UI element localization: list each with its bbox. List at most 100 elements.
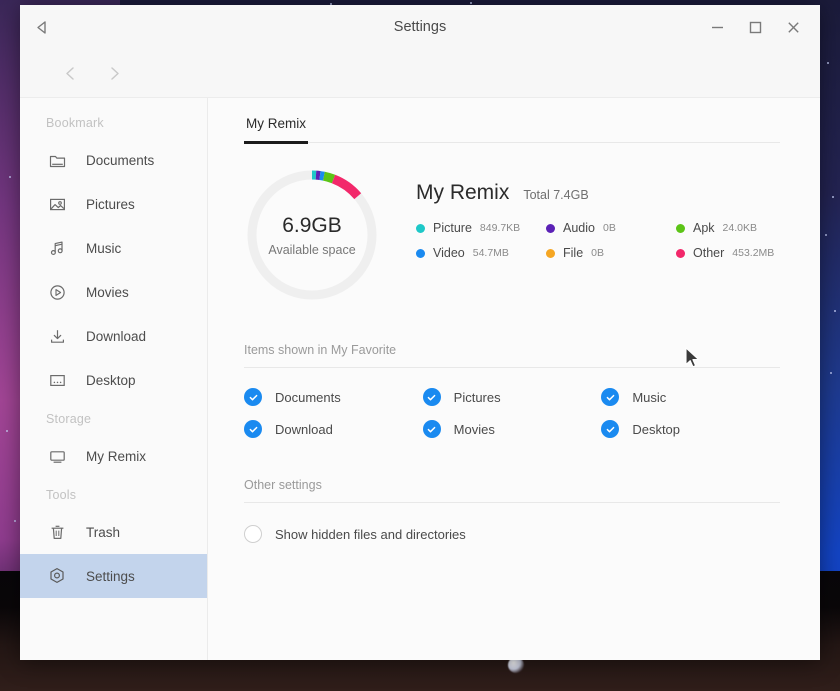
legend-color-swatch	[416, 223, 425, 233]
minimize-button[interactable]	[698, 8, 736, 46]
legend-label: Picture	[433, 221, 472, 235]
maximize-button[interactable]	[736, 8, 774, 46]
favorite-item-pictures[interactable]: Pictures	[422, 388, 602, 406]
sidebar-item-trash[interactable]: Trash	[20, 510, 207, 554]
gear-hex-icon	[46, 565, 68, 587]
storage-summary: 6.9GB Available space My Remix Total 7.4…	[244, 143, 780, 303]
favorite-item-label: Desktop	[632, 421, 681, 437]
favorite-item-music[interactable]: Music	[601, 388, 780, 406]
storage-donut-chart: 6.9GB Available space	[244, 167, 380, 303]
legend-value: 0B	[602, 222, 616, 234]
legend-item: File 0B	[546, 246, 676, 260]
favorite-item-desktop[interactable]: Desktop	[601, 420, 780, 438]
legend-color-swatch	[416, 248, 425, 258]
available-space-value: 6.9GB	[282, 213, 342, 237]
main-content: My Remix 6.9GB Available space My Remix …	[208, 98, 820, 660]
checkbox-checked-icon[interactable]	[422, 420, 441, 438]
image-icon	[46, 193, 68, 215]
favorite-item-download[interactable]: Download	[244, 420, 423, 438]
legend-value: 453.2MB	[732, 247, 775, 259]
legend-color-swatch	[676, 223, 685, 233]
desktop-icon	[46, 369, 68, 391]
storage-legend: Picture 849.7KB Audio 0B Apk 24.0KB Vide…	[416, 221, 780, 260]
folder-icon	[46, 149, 68, 171]
sidebar-group-storage: Storage	[46, 412, 92, 426]
sidebar-item-movies[interactable]: Movies	[20, 270, 207, 314]
checkbox-checked-icon[interactable]	[244, 420, 262, 438]
sidebar: Bookmark Documents Pictures Music Movies…	[20, 98, 208, 660]
favorite-item-movies[interactable]: Movies	[422, 420, 602, 438]
sidebar-item-my-remix[interactable]: My Remix	[20, 434, 207, 478]
wallpaper-star	[830, 372, 832, 374]
sidebar-item-label: Movies	[86, 284, 129, 300]
favorites-checkbox-grid: Documents Pictures Music Download Movies…	[244, 388, 780, 438]
sidebar-item-label: Trash	[86, 524, 121, 540]
sidebar-item-pictures[interactable]: Pictures	[20, 182, 207, 226]
legend-value: 849.7KB	[479, 222, 521, 234]
tab-bar: My Remix	[244, 98, 780, 144]
sidebar-group-bookmark: Bookmark	[46, 116, 104, 130]
legend-value: 0B	[591, 247, 604, 259]
favorite-item-label: Music	[632, 389, 667, 405]
wallpaper-star	[832, 196, 834, 198]
wallpaper-star	[834, 310, 836, 312]
sidebar-item-label: Settings	[86, 568, 135, 584]
tab-my-remix[interactable]: My Remix	[244, 110, 308, 144]
legend-label: Video	[433, 246, 465, 260]
storage-device-name: My Remix	[416, 181, 510, 204]
checkbox-checked-icon[interactable]	[601, 420, 620, 438]
wallpaper-star	[9, 176, 11, 178]
favorite-item-label: Movies	[453, 421, 495, 437]
donut-center-labels: 6.9GB Available space	[244, 167, 380, 303]
checkbox-checked-icon[interactable]	[244, 388, 262, 406]
storage-total: Total 7.4GB	[523, 188, 589, 202]
sidebar-group-tools: Tools	[46, 488, 77, 502]
sidebar-item-download[interactable]: Download	[20, 314, 207, 358]
favorite-item-documents[interactable]: Documents	[244, 388, 423, 406]
other-settings-heading: Other settings	[244, 478, 780, 503]
legend-item: Video 54.7MB	[416, 246, 546, 260]
legend-item: Other 453.2MB	[676, 246, 780, 260]
show-hidden-files-row[interactable]: Show hidden files and directories	[244, 525, 780, 543]
monitor-icon	[46, 445, 68, 467]
wallpaper-star	[14, 520, 16, 522]
back-triangle-icon[interactable]	[20, 5, 64, 49]
legend-label: Apk	[693, 221, 715, 235]
favorite-item-label: Documents	[275, 389, 341, 405]
checkbox-checked-icon[interactable]	[422, 388, 441, 406]
close-button[interactable]	[774, 8, 812, 46]
legend-label: Other	[693, 246, 725, 260]
sidebar-item-documents[interactable]: Documents	[20, 138, 207, 182]
chevron-left-icon[interactable]	[48, 51, 92, 95]
legend-color-swatch	[676, 248, 685, 258]
legend-label: Audio	[563, 221, 595, 235]
navigation-bar	[20, 49, 820, 97]
sidebar-item-settings[interactable]: Settings	[20, 554, 207, 598]
sidebar-item-desktop[interactable]: Desktop	[20, 358, 207, 402]
chevron-right-icon[interactable]	[92, 51, 136, 95]
music-note-icon	[46, 237, 68, 259]
wallpaper-star	[6, 430, 8, 432]
legend-value: 54.7MB	[472, 247, 509, 259]
sidebar-item-label: Desktop	[86, 372, 136, 388]
favorite-item-label: Download	[275, 421, 333, 437]
sidebar-item-label: My Remix	[86, 448, 146, 464]
title-bar: Settings	[20, 5, 820, 49]
sidebar-item-music[interactable]: Music	[20, 226, 207, 270]
favorites-heading: Items shown in My Favorite	[244, 343, 780, 368]
legend-value: 24.0KB	[722, 222, 757, 234]
available-space-label: Available space	[268, 242, 356, 257]
storage-details: My Remix Total 7.4GB Picture 849.7KB Aud…	[416, 167, 780, 260]
wallpaper-star	[825, 234, 827, 236]
legend-item: Apk 24.0KB	[676, 221, 780, 235]
checkbox-unchecked-icon[interactable]	[244, 525, 262, 543]
wallpaper-star	[470, 2, 472, 4]
storage-header: My Remix Total 7.4GB	[416, 181, 780, 205]
screen: Settings Bookmark Documents Pictures Mus…	[0, 0, 840, 691]
checkbox-checked-icon[interactable]	[601, 388, 620, 406]
sidebar-item-label: Documents	[86, 152, 155, 168]
legend-item: Audio 0B	[546, 221, 676, 235]
show-hidden-files-label: Show hidden files and directories	[275, 526, 466, 542]
window-body: Bookmark Documents Pictures Music Movies…	[20, 97, 820, 660]
legend-color-swatch	[546, 248, 555, 258]
